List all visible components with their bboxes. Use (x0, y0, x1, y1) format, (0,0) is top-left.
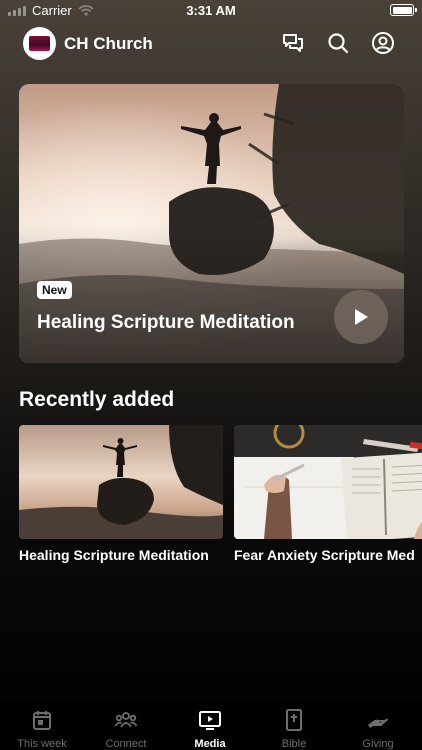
tab-label: This week (17, 738, 67, 750)
status-bar: Carrier 3:31 AM (0, 0, 422, 22)
people-icon (114, 712, 138, 728)
tab-label: Connect (105, 738, 147, 750)
featured-title: Healing Scripture Meditation (37, 312, 295, 333)
tab-label: Bible (281, 738, 307, 750)
section-title-recently-added: Recently added (19, 388, 175, 411)
profile-icon[interactable] (371, 31, 395, 55)
app-header: CH Church (0, 26, 422, 62)
media-thumbnail (19, 425, 223, 539)
tab-giving[interactable]: Giving (336, 708, 420, 750)
recently-added-list: Healing Scripture Meditation Fear Anxiet… (19, 425, 422, 575)
new-badge: New (37, 281, 72, 299)
tab-label: Giving (362, 738, 394, 750)
media-card[interactable]: Healing Scripture Meditation (19, 425, 223, 563)
tab-this-week[interactable]: This week (0, 708, 84, 750)
church-logo (23, 27, 56, 60)
play-screen-icon (199, 711, 221, 730)
media-card-title: Healing Scripture Meditation (19, 547, 209, 563)
tab-media[interactable]: Media (168, 708, 252, 750)
status-time: 3:31 AM (186, 3, 236, 18)
tab-bible[interactable]: Bible (252, 708, 336, 750)
tab-connect[interactable]: Connect (84, 708, 168, 750)
battery-icon (390, 4, 417, 16)
play-button[interactable] (334, 290, 388, 344)
media-card-title: Fear Anxiety Scripture Med (234, 547, 415, 563)
tab-label: Media (194, 738, 226, 750)
bottom-tab-bar: This week Connect Media Bible Giving (0, 700, 422, 750)
hand-icon (368, 718, 388, 728)
featured-media-card[interactable]: New Healing Scripture Meditation (19, 84, 404, 363)
chat-icon[interactable] (281, 31, 305, 55)
media-thumbnail (234, 425, 422, 539)
play-icon (355, 309, 368, 325)
app-title: CH Church (64, 34, 153, 53)
media-card[interactable]: Fear Anxiety Scripture Med (234, 425, 422, 563)
calendar-icon (33, 711, 51, 730)
search-icon[interactable] (326, 31, 350, 55)
bible-icon (286, 709, 302, 731)
